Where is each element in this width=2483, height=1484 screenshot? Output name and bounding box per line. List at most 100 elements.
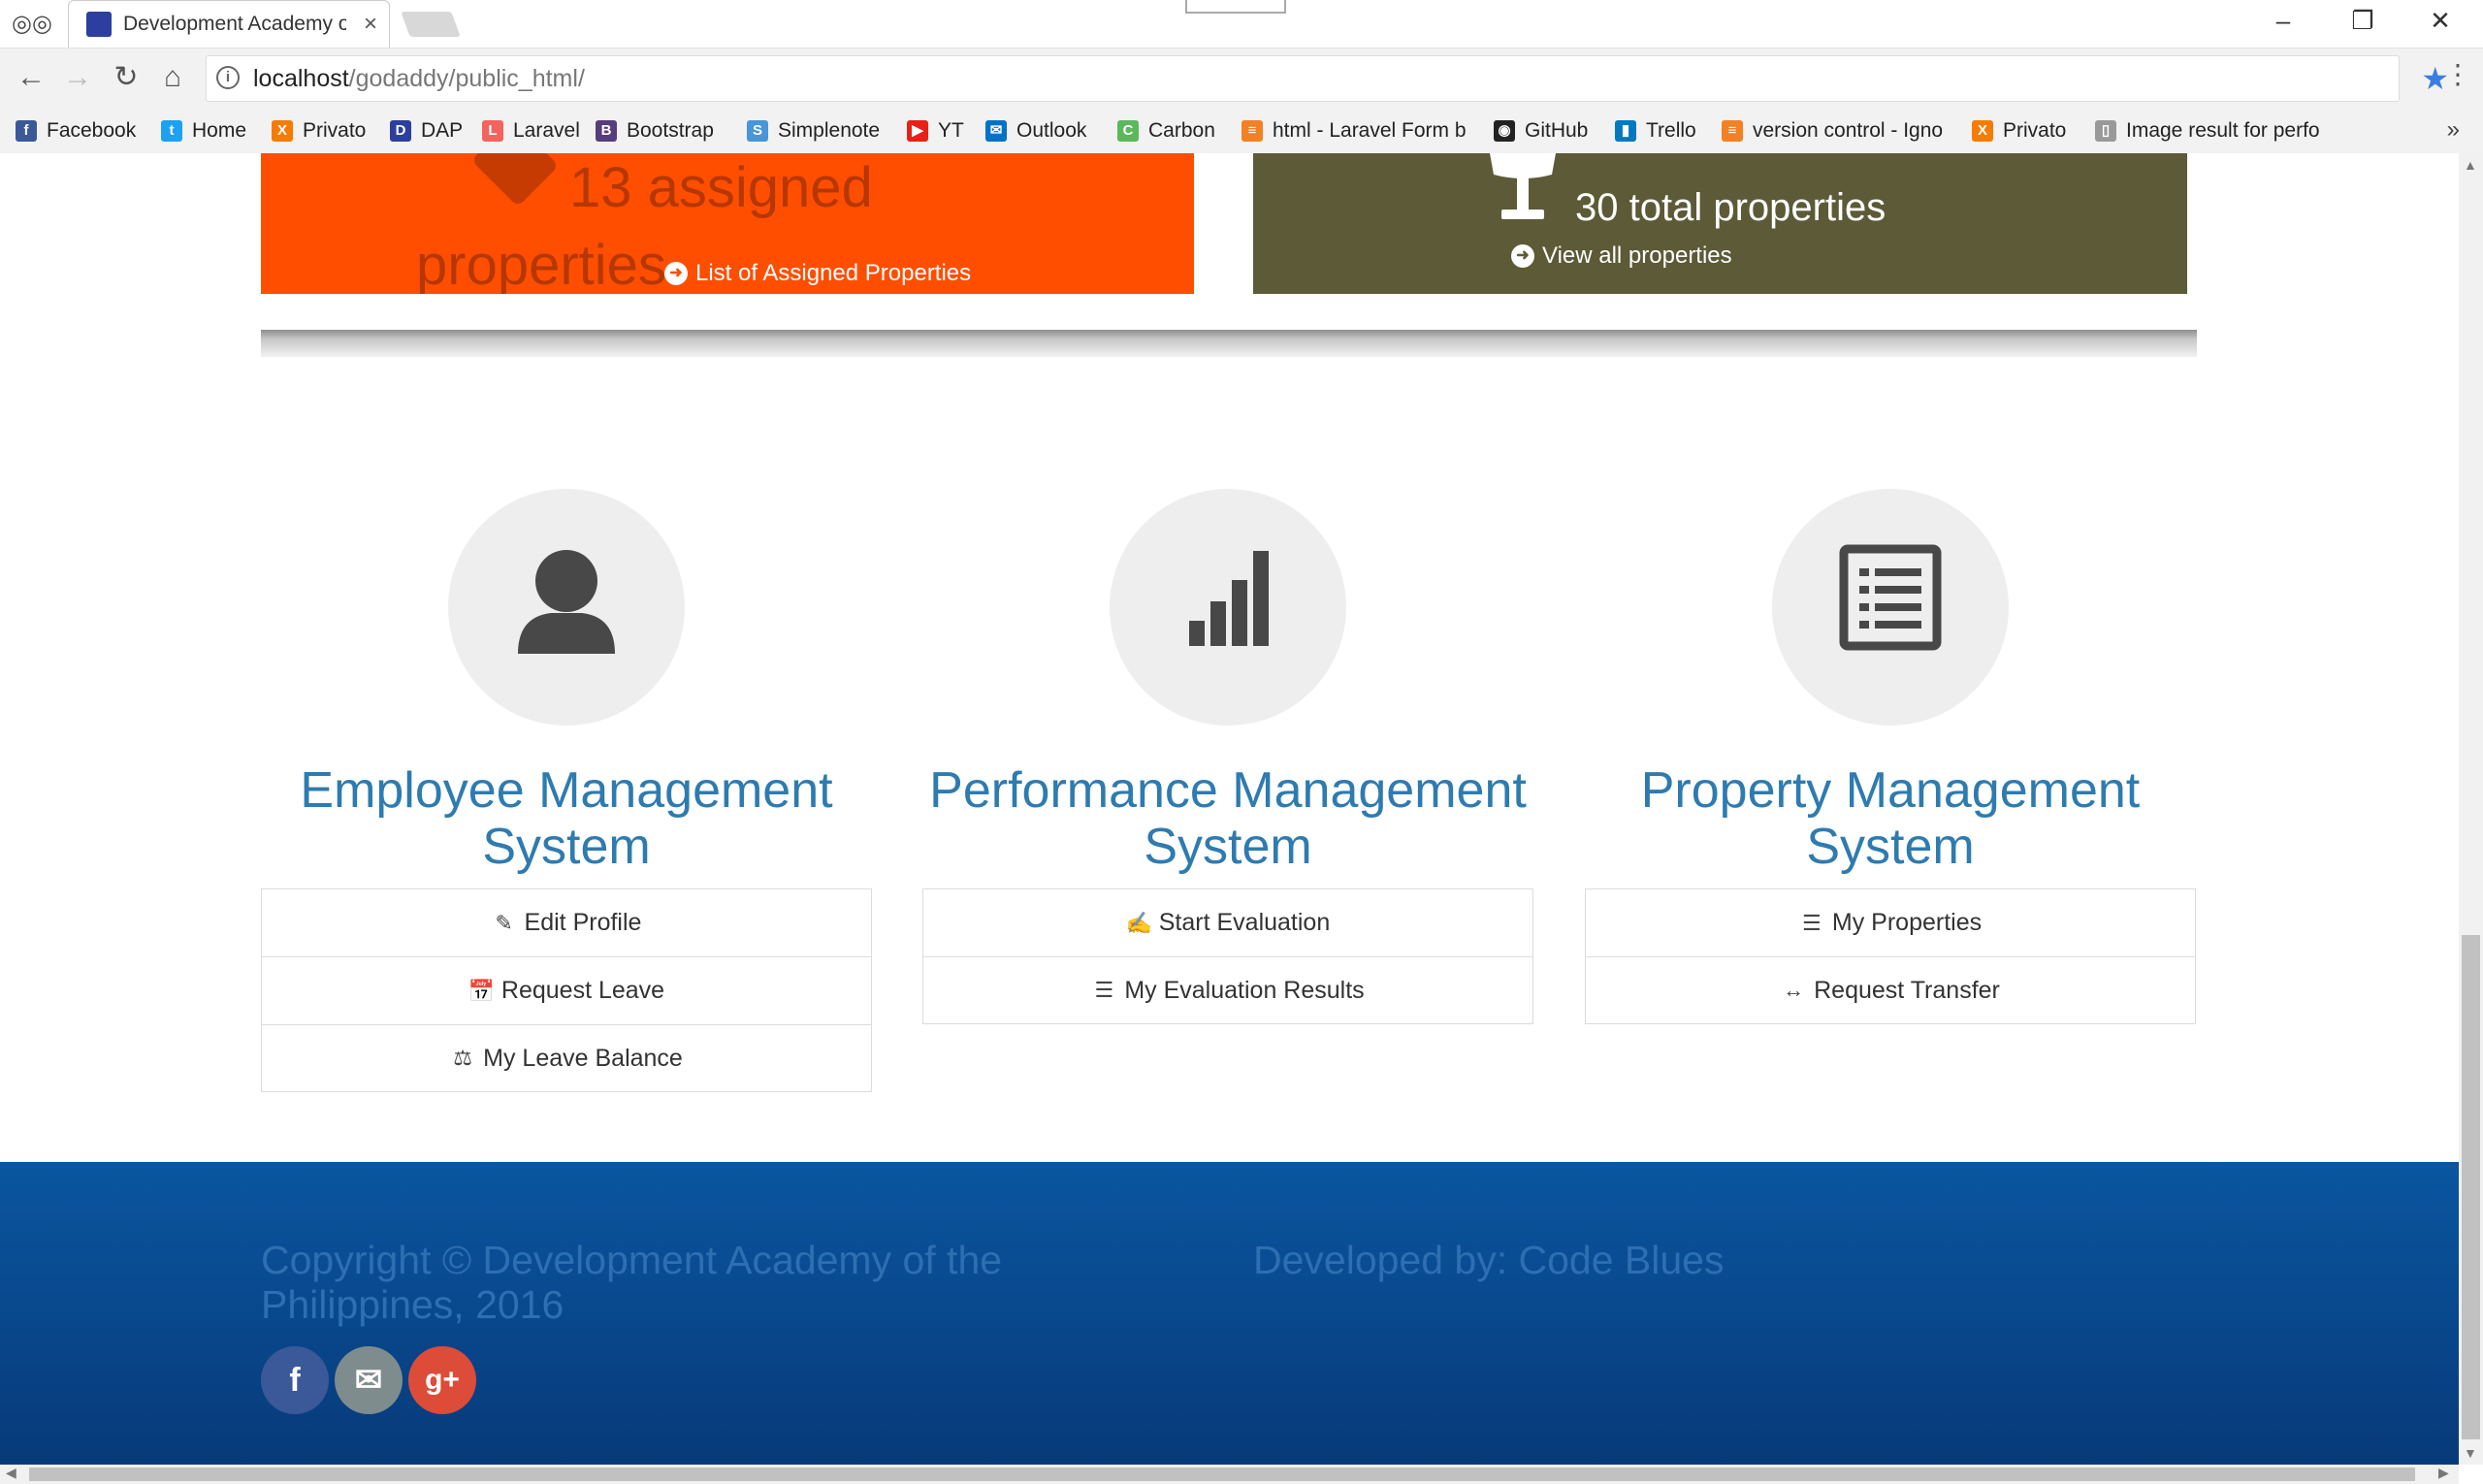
address-bar[interactable]: i localhost/godaddy/public_html/ ★ xyxy=(206,55,2449,102)
vertical-scroll-thumb[interactable] xyxy=(2462,935,2480,1439)
info-icon[interactable]: i xyxy=(216,66,240,89)
property-actions-list: ☰ My Properties ↔ Request Transfer xyxy=(1585,888,2196,1024)
bookmark-favicon-icon: D xyxy=(390,120,411,142)
home-icon[interactable]: ⌂ xyxy=(155,60,190,95)
bookmark-favicon-icon: ≡ xyxy=(1722,120,1743,142)
incognito-icon: ◎◎ xyxy=(12,11,52,37)
assigned-properties-panel: 13 assigned properties ➜ List of Assigne… xyxy=(261,153,1194,294)
assigned-properties-link-label: List of Assigned Properties xyxy=(695,260,972,286)
forward-icon[interactable]: → xyxy=(60,60,95,95)
bookmark-label: Privato xyxy=(303,119,367,142)
employee-management-title[interactable]: Employee Management System xyxy=(261,762,872,875)
bookmark-favicon-icon: t xyxy=(161,120,182,142)
bookmark-item[interactable]: C Carbon xyxy=(1117,116,1215,145)
horizontal-scrollbar[interactable]: ◀ ▶ xyxy=(0,1465,2459,1484)
window-drag-handle[interactable] xyxy=(1185,0,1286,14)
bookmark-favicon-icon: B xyxy=(596,120,617,142)
browser-toolbar: ← → ↻ ⌂ i localhost/godaddy/public_html/… xyxy=(0,48,2483,109)
horizontal-scroll-thumb[interactable] xyxy=(29,1468,2415,1481)
edit-profile-button[interactable]: ✎ Edit Profile xyxy=(261,888,872,956)
employee-actions-list: ✎ Edit Profile 📅 Request Leave ⚖ My Leav… xyxy=(261,888,872,1092)
bookmark-label: Bootstrap xyxy=(627,119,714,142)
tag-icon xyxy=(470,153,560,208)
bookmark-favicon-icon: L xyxy=(482,120,503,142)
bookmark-item[interactable]: ▮ Trello xyxy=(1615,116,1696,145)
bookmark-item[interactable]: ✉ Outlook xyxy=(985,116,1086,145)
leave-balance-button[interactable]: ⚖ My Leave Balance xyxy=(261,1024,872,1092)
start-evaluation-button[interactable]: ✍ Start Evaluation xyxy=(922,888,1533,956)
total-properties-text: 30 total properties xyxy=(1575,186,1886,229)
browser-menu-icon[interactable]: ⋮ xyxy=(2444,58,2471,90)
my-properties-button[interactable]: ☰ My Properties xyxy=(1585,888,2196,956)
tab-strip: ◎◎ Development Academy o × – ❐ ✕ xyxy=(0,0,2483,48)
bookmark-item[interactable]: t Home xyxy=(161,116,246,145)
bookmark-label: Privato xyxy=(2003,119,2067,142)
close-window-icon[interactable]: ✕ xyxy=(2421,6,2460,36)
property-management-title[interactable]: Property Management System xyxy=(1585,762,2196,875)
bookmark-label: Carbon xyxy=(1148,119,1215,142)
bookmark-label: Laravel xyxy=(513,119,580,142)
url-text[interactable]: localhost/godaddy/public_html/ xyxy=(253,65,585,93)
pencil-icon: ✎ xyxy=(495,910,513,935)
bookmark-item[interactable]: D DAP xyxy=(390,116,463,145)
bookmark-label: Facebook xyxy=(47,119,137,142)
bookmark-item[interactable]: ≡ version control - Igno xyxy=(1722,116,1943,145)
tab-close-icon[interactable]: × xyxy=(364,11,377,38)
signal-bars-icon xyxy=(1189,551,1269,646)
bookmark-label: version control - Igno xyxy=(1753,119,1944,142)
my-properties-label: My Properties xyxy=(1831,909,1983,936)
assigned-count-line2: properties xyxy=(416,234,666,294)
request-transfer-button[interactable]: ↔ Request Transfer xyxy=(1585,956,2196,1024)
bookmark-item[interactable]: X Privato xyxy=(272,116,366,145)
facebook-icon[interactable]: f xyxy=(261,1346,329,1414)
request-transfer-label: Request Transfer xyxy=(1814,976,2000,1004)
edit-profile-label: Edit Profile xyxy=(524,909,642,936)
new-tab-button[interactable] xyxy=(401,12,461,37)
scroll-left-icon[interactable]: ◀ xyxy=(6,1465,16,1481)
request-leave-button[interactable]: 📅 Request Leave xyxy=(261,956,872,1024)
bookmark-favicon-icon: ≡ xyxy=(1242,120,1263,142)
assigned-properties-link[interactable]: ➜ List of Assigned Properties xyxy=(664,260,971,287)
bookmark-label: html - Laravel Form b xyxy=(1273,119,1467,142)
scroll-right-icon[interactable]: ▶ xyxy=(2438,1465,2449,1481)
assigned-count-line1: 13 assigned xyxy=(569,156,873,219)
bookmark-item[interactable]: ◉ GitHub xyxy=(1494,116,1588,145)
view-all-properties-link[interactable]: ➜ View all properties xyxy=(1511,242,1732,270)
bookmark-label: Outlook xyxy=(1016,119,1087,142)
bookmark-favicon-icon: X xyxy=(1972,120,1993,142)
list-card-icon: ☰ xyxy=(1802,910,1822,935)
performance-management-title[interactable]: Performance Management System xyxy=(922,762,1533,875)
bookmark-item[interactable]: L Laravel xyxy=(482,116,580,145)
circle-arrow-right-icon: ➜ xyxy=(664,262,688,285)
property-icon-circle xyxy=(1772,489,2009,726)
bookmark-item[interactable]: ▯ Image result for perfo xyxy=(2095,116,2320,145)
reload-icon[interactable]: ↻ xyxy=(109,60,144,95)
scroll-down-icon[interactable]: ▼ xyxy=(2464,1445,2477,1461)
bookmark-item[interactable]: S Simplenote xyxy=(747,116,880,145)
bookmark-favicon-icon: ✉ xyxy=(985,120,1007,142)
view-all-properties-link-label: View all properties xyxy=(1542,242,1732,269)
active-tab[interactable]: Development Academy o × xyxy=(68,0,390,48)
bookmark-item[interactable]: B Bootstrap xyxy=(596,116,714,145)
minimize-icon[interactable]: – xyxy=(2264,6,2303,36)
evaluation-results-button[interactable]: ☰ My Evaluation Results xyxy=(922,956,1533,1024)
total-properties-panel: 30 total properties ➜ View all propertie… xyxy=(1253,153,2187,294)
bookmark-label: Trello xyxy=(1646,119,1696,142)
vertical-scrollbar[interactable]: ▲ ▼ xyxy=(2459,153,2483,1465)
restore-icon[interactable]: ❐ xyxy=(2343,6,2382,36)
back-icon[interactable]: ← xyxy=(14,60,48,95)
bookmark-label: DAP xyxy=(421,119,464,142)
bookmark-label: GitHub xyxy=(1525,119,1589,142)
bookmark-item[interactable]: X Privato xyxy=(1972,116,2066,145)
bookmark-item[interactable]: ▶ YT xyxy=(907,116,964,145)
bookmark-label: YT xyxy=(938,119,964,142)
bookmark-item[interactable]: f Facebook xyxy=(16,116,136,145)
scroll-up-icon[interactable]: ▲ xyxy=(2464,157,2477,173)
bookmark-favicon-icon: ▯ xyxy=(2095,120,2116,142)
bookmarks-overflow-button[interactable]: » xyxy=(2447,116,2460,144)
performance-icon-circle xyxy=(1110,489,1346,726)
tab-title: Development Academy o xyxy=(123,13,346,35)
google-plus-icon[interactable]: g+ xyxy=(408,1346,476,1414)
bookmark-item[interactable]: ≡ html - Laravel Form b xyxy=(1242,116,1467,145)
email-icon[interactable]: ✉ xyxy=(335,1346,403,1414)
